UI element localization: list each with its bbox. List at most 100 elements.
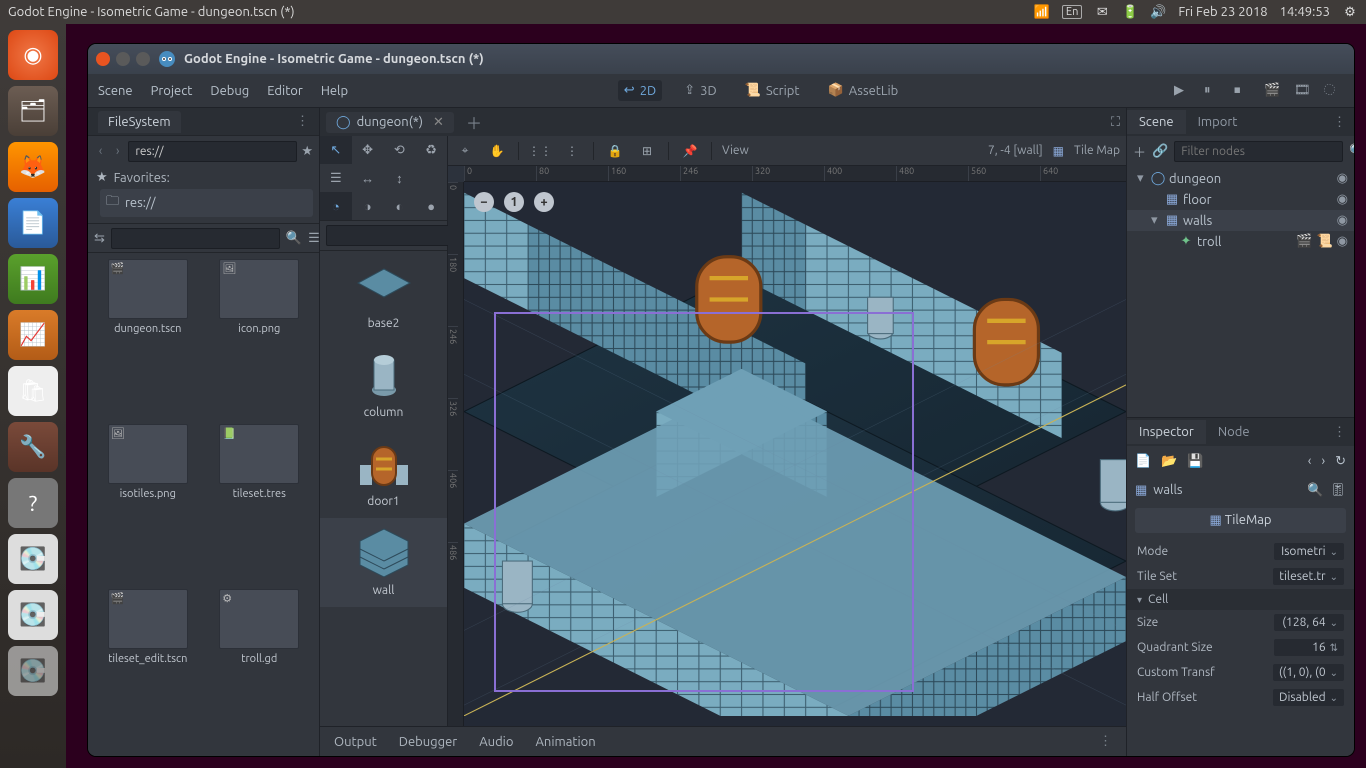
menu-editor[interactable]: Editor	[267, 84, 303, 98]
palette-item-base2[interactable]: base2	[320, 251, 447, 340]
volume-icon[interactable]: 🔊	[1150, 4, 1166, 20]
search-icon[interactable]: 🔍	[1349, 144, 1354, 159]
scene-tab-open[interactable]: ◯ dungeon(*) ✕	[326, 112, 454, 133]
palette-item-wall[interactable]: wall	[320, 518, 447, 607]
inspector-type-button[interactable]: ▦ TileMap	[1135, 508, 1346, 533]
filesystem-tab[interactable]: FileSystem	[98, 111, 181, 133]
visibility-icon[interactable]: ◉	[1337, 192, 1348, 206]
scene-panel-menu-icon[interactable]: ⋮	[1325, 115, 1354, 130]
mail-icon[interactable]: ✉	[1094, 4, 1110, 20]
file-item[interactable]: 🎬dungeon.tscn	[94, 259, 202, 420]
launcher-drive3[interactable]: 💽	[8, 646, 58, 696]
insp-open-icon[interactable]: 📂	[1161, 454, 1177, 469]
insp-tools-icon[interactable]: 🎚	[1329, 483, 1346, 498]
tree-node-dungeon[interactable]: ▾◯dungeon◉	[1127, 168, 1354, 189]
window-minimize-button[interactable]	[116, 52, 130, 66]
workspace-3d[interactable]: ⇪3D	[678, 80, 722, 101]
visibility-icon[interactable]: ◉	[1337, 171, 1348, 185]
fs-path-input[interactable]	[128, 141, 297, 162]
tool-circle3-icon[interactable]: ◐	[384, 192, 416, 220]
instance-icon[interactable]: 🔗	[1152, 144, 1168, 159]
insp-history-icon[interactable]: ↻	[1335, 454, 1346, 469]
bp-audio[interactable]: Audio	[479, 735, 513, 749]
fs-fwd-icon[interactable]: ›	[111, 144, 124, 158]
tool-snap-icon[interactable]: ↕	[384, 164, 416, 192]
zoom-out-icon[interactable]: −	[474, 192, 494, 212]
launcher-drive2[interactable]: 💽	[8, 590, 58, 640]
app-titlebar[interactable]: Godot Engine - Isometric Game - dungeon.…	[88, 44, 1354, 74]
tree-node-floor[interactable]: ▦floor◉	[1127, 189, 1354, 210]
menu-help[interactable]: Help	[321, 84, 348, 98]
ct-lock-icon[interactable]: 🔒	[604, 140, 626, 162]
ct-grid-icon[interactable]: ⋮⋮	[529, 140, 551, 162]
insp-back-icon[interactable]: ‹	[1308, 454, 1312, 468]
file-item[interactable]: ⚙troll.gd	[206, 589, 314, 750]
fs-back-icon[interactable]: ‹	[94, 144, 107, 158]
tool-circle4-icon[interactable]: ●	[415, 192, 447, 220]
tool-lock-icon[interactable]: ↔	[352, 164, 384, 192]
wifi-icon[interactable]: 📶	[1034, 4, 1050, 20]
menu-scene[interactable]: Scene	[98, 84, 133, 98]
bp-debugger[interactable]: Debugger	[399, 735, 457, 749]
viewport[interactable]: 080160246320400480560640 018024632640648…	[448, 166, 1126, 726]
bp-menu-icon[interactable]: ⋮	[1099, 734, 1112, 749]
window-maximize-button[interactable]	[136, 52, 150, 66]
inspector-menu-icon[interactable]: ⋮	[1325, 425, 1354, 440]
workspace-assetlib[interactable]: 📦AssetLib	[822, 80, 905, 101]
launcher-firefox[interactable]: 🦊	[8, 142, 58, 192]
add-node-icon[interactable]: ＋	[1133, 142, 1146, 161]
tool-scale-icon[interactable]: ♻	[415, 136, 447, 164]
play-scene-icon[interactable]: 🎬	[1264, 83, 1280, 99]
prop-custom-transf[interactable]: Custom Transf((1, 0), (0 ⌄	[1127, 660, 1354, 685]
prop-tile-set[interactable]: Tile Settileset.tr ⌄	[1127, 564, 1354, 589]
insp-new-icon[interactable]: 📄	[1135, 454, 1151, 469]
launcher-dash[interactable]: ◉	[8, 30, 58, 80]
ct-group-icon[interactable]: ⊞	[636, 140, 658, 162]
zoom-in-icon[interactable]: +	[534, 192, 554, 212]
fs-search-input[interactable]	[111, 228, 280, 249]
tool-move-icon[interactable]: ✥	[352, 136, 384, 164]
battery-icon[interactable]: 🔋	[1122, 4, 1138, 20]
launcher-help[interactable]: ?	[8, 478, 58, 528]
menu-project[interactable]: Project	[151, 84, 193, 98]
launcher-drive1[interactable]: 💽	[8, 534, 58, 584]
prop-quadrant-size[interactable]: Quadrant Size16 ⇅	[1127, 635, 1354, 660]
tree-node-troll[interactable]: ✦troll🎬📜◉	[1127, 231, 1354, 252]
ct-magnet-icon[interactable]: ⌖	[454, 140, 476, 162]
bp-animation[interactable]: Animation	[535, 735, 595, 749]
workspace-2d[interactable]: ↩2D	[618, 80, 662, 101]
window-close-button[interactable]	[96, 52, 110, 66]
tab-import[interactable]: Import	[1186, 110, 1250, 134]
tilemap-mode-label[interactable]: Tile Map	[1074, 144, 1120, 157]
keyboard-lang[interactable]: En	[1062, 5, 1082, 19]
workspace-script[interactable]: 📜Script	[739, 80, 806, 101]
palette-item-door1[interactable]: door1	[320, 429, 447, 518]
tool-list-icon[interactable]: ☰	[320, 164, 352, 192]
zoom-value[interactable]: 1	[504, 192, 524, 212]
launcher-calc[interactable]: 📊	[8, 254, 58, 304]
prop-mode[interactable]: ModeIsometri ⌄	[1127, 539, 1354, 564]
distraction-free-icon[interactable]: ⛶	[1111, 115, 1120, 130]
tree-node-walls[interactable]: ▾▦walls◉	[1127, 210, 1354, 231]
insp-fwd-icon[interactable]: ›	[1321, 454, 1325, 468]
tool-circle-icon[interactable]: ◔	[320, 192, 352, 220]
search-icon[interactable]: 🔍	[286, 231, 302, 246]
stop-icon[interactable]: ⏹	[1234, 83, 1250, 99]
tool-select-icon[interactable]: ↖	[320, 136, 352, 164]
tab-scene[interactable]: Scene	[1127, 110, 1186, 134]
gear-icon[interactable]: ⚙	[1342, 4, 1358, 20]
launcher-impress[interactable]: 📈	[8, 310, 58, 360]
prop-size[interactable]: Size(128, 64 ⌄	[1127, 610, 1354, 635]
fs-tree-toggle-icon[interactable]: ⇆	[94, 231, 105, 246]
prop-half-offset[interactable]: Half OffsetDisabled ⌄	[1127, 685, 1354, 710]
script-icon[interactable]: 📜	[1316, 234, 1332, 248]
ct-hand-icon[interactable]: ✋	[486, 140, 508, 162]
file-item[interactable]: 📗tileset.tres	[206, 424, 314, 585]
tool-extra-icon[interactable]	[415, 164, 447, 192]
ct-more-icon[interactable]: ⋮	[561, 140, 583, 162]
file-item[interactable]: 🖼icon.png	[206, 259, 314, 420]
fs-favorite-icon[interactable]: ★	[301, 144, 313, 159]
close-icon[interactable]: ✕	[433, 115, 444, 130]
launcher-files[interactable]: 🗂	[8, 86, 58, 136]
ct-bone-icon[interactable]: 📌	[679, 140, 701, 162]
